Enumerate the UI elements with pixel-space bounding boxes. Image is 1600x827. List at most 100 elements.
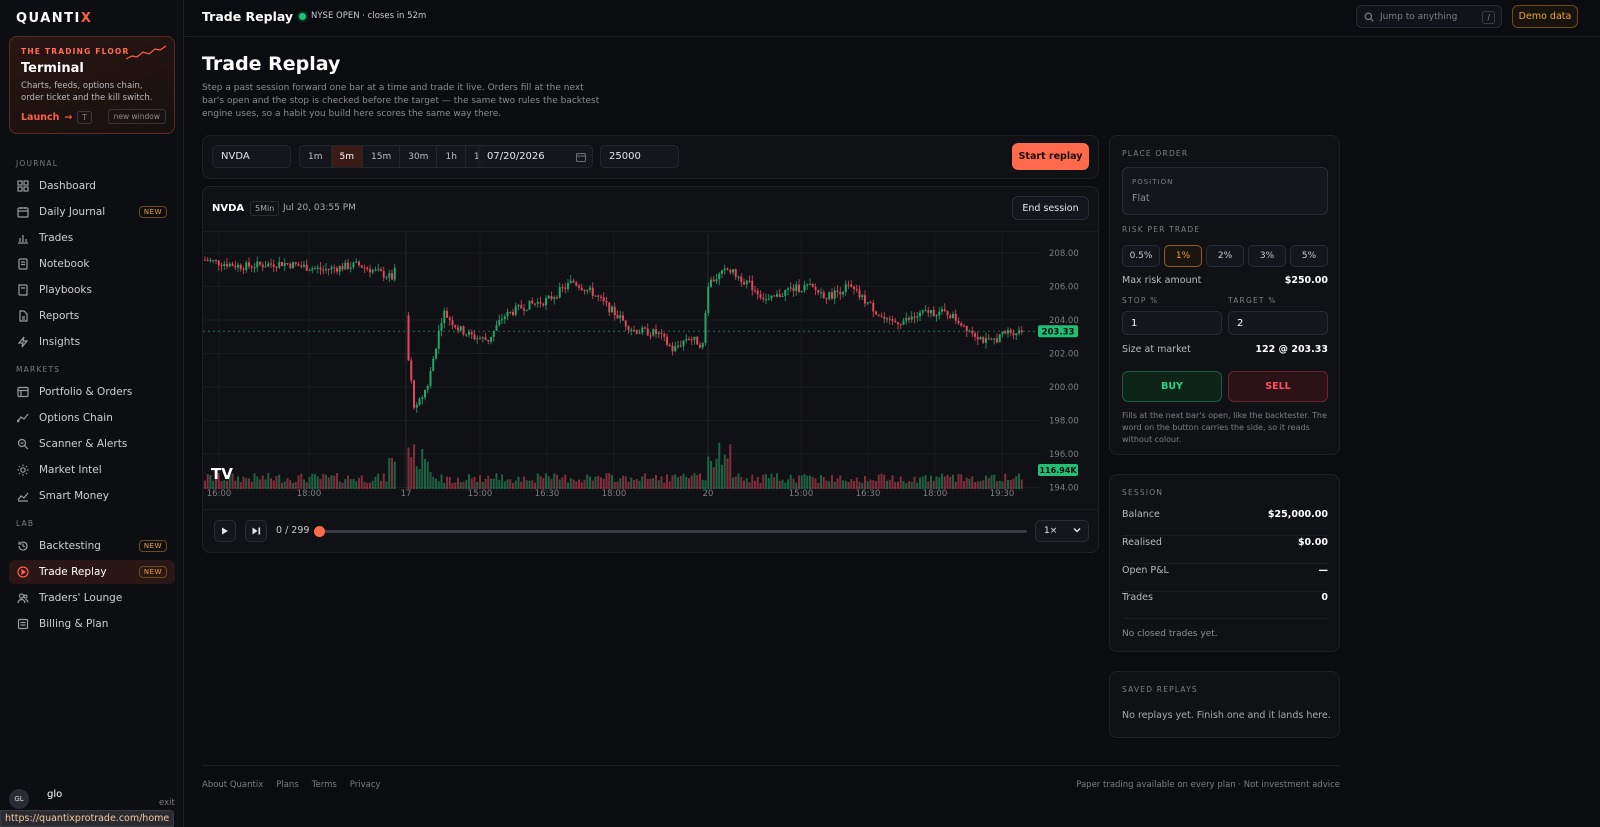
volume-bar [660,476,663,489]
candle-body [382,270,385,278]
volume-bar [652,477,655,489]
volume-bar [338,481,341,489]
stop-input[interactable]: 1 [1122,311,1222,335]
timeframe-30m[interactable]: 30m [400,146,438,167]
candle-body [281,262,283,266]
target-input[interactable]: 2 [1228,311,1328,335]
candle-body [580,287,583,290]
risk-option-3[interactable]: 3% [1248,245,1286,267]
candle-body [586,289,589,292]
user-profile[interactable]: GL glo [9,789,62,809]
play-button[interactable] [214,520,236,542]
volume-bar [545,473,547,489]
volume-bar [773,477,776,489]
volume-bar [1009,480,1012,489]
volume-bar [322,473,325,489]
candle-body [718,273,721,280]
sidebar-item-insights[interactable]: Insights [9,330,175,354]
sidebar-item-daily-journal[interactable]: Daily Journal NEW [9,200,175,224]
candle-body [319,267,322,270]
logo[interactable]: QUANTIX [16,11,92,26]
volume-bar [649,478,652,489]
sidebar-item-dashboard[interactable]: Dashboard [9,174,175,198]
risk-option-5[interactable]: 5% [1290,245,1328,267]
sidebar-item-scanner-alerts[interactable]: Scanner & Alerts [9,432,175,456]
risk-option-2[interactable]: 2% [1206,245,1244,267]
sell-button[interactable]: SELL [1228,371,1328,402]
candle-body [448,317,451,321]
search-input[interactable]: Jump to anything / [1356,5,1502,28]
footer-link-about[interactable]: About Quantix [202,780,263,790]
volume-bar [413,444,415,489]
buy-button[interactable]: BUY [1122,371,1222,402]
sidebar-item-playbooks[interactable]: Playbooks [9,278,175,302]
candle-body [578,285,580,288]
volume-bar [286,478,289,489]
risk-option-0-5[interactable]: 0.5% [1122,245,1160,267]
time-axis-label: 18:00 [923,489,948,499]
candle-body [371,270,374,273]
sidebar-item-options-chain[interactable]: Options Chain [9,406,175,430]
volume-bar [374,476,377,489]
sidebar-item-trades[interactable]: Trades [9,226,175,250]
sidebar-item-smart-money[interactable]: Smart Money [9,484,175,508]
candle-body [833,290,836,299]
launch-button[interactable]: Launch → T [21,111,92,124]
risk-option-1[interactable]: 1% [1164,245,1202,267]
footer-link-terms[interactable]: Terms [312,780,337,790]
candle-body [490,336,492,342]
timeframe-1m[interactable]: 1m [300,146,332,167]
candle-body [231,263,234,266]
sidebar-item-market-intel[interactable]: Market Intel [9,458,175,482]
replay-scrubber[interactable] [314,526,1027,537]
calendar-icon[interactable] [576,152,586,162]
scrubber-thumb[interactable] [314,526,325,537]
volume-bar [591,480,594,489]
timeframe-1h[interactable]: 1h [437,146,466,167]
volume-bar [344,479,347,489]
end-session-button[interactable]: End session [1012,196,1089,220]
volume-bar [473,476,476,489]
volume-bar [426,461,429,489]
sidebar-item-traders-lounge[interactable]: Traders' Lounge [9,586,175,610]
volume-bar [784,482,787,489]
new-window-button[interactable]: new window [107,109,166,124]
sidebar-item-reports[interactable]: Reports [9,304,175,328]
symbol-input[interactable]: NVDA [212,145,291,168]
sidebar-item-notebook[interactable]: Notebook [9,252,175,276]
search-icon [1364,12,1374,22]
candlestick-chart[interactable]: 208.00 206.00 204.00 202.00 200.00 198.00 196.… [203,233,1098,508]
page-description: Step a past session forward one bar at a… [202,83,600,119]
sidebar-item-trade-replay[interactable]: Trade Replay NEW [9,560,175,584]
footer-link-plans[interactable]: Plans [276,780,299,790]
sidebar-item-backtesting[interactable]: Backtesting NEW [9,534,175,558]
demo-data-button[interactable]: Demo data [1512,5,1578,28]
timeframe-5m[interactable]: 5m [331,146,363,167]
sidebar-item-billing-plan[interactable]: Billing & Plan [9,612,175,636]
volume-bar [547,476,550,489]
terminal-promo-card[interactable]: THE TRADING FLOOR Terminal Charts, feeds… [9,36,175,134]
sidebar-item-label: Trades [39,232,74,244]
volume-bar [380,480,382,489]
candle-body [550,296,553,300]
footer-link-privacy[interactable]: Privacy [350,780,381,790]
step-forward-button[interactable] [245,520,267,542]
volume-bar [289,480,292,489]
volume-bar [644,473,646,489]
balance-input[interactable]: 25000 [600,145,679,168]
volume-bar [721,464,723,489]
exit-link[interactable]: exit [159,798,175,808]
sidebar-item-portfolio-orders[interactable]: Portfolio & Orders [9,380,175,404]
volume-bar [245,478,248,489]
date-input[interactable]: 07/20/2026 [478,145,593,168]
volume-bar [814,478,817,489]
volume-bar [580,482,583,489]
volume-bar [998,480,1001,489]
candle-body [649,335,652,337]
history-icon [16,540,29,553]
speed-select[interactable]: 1× [1035,520,1089,542]
candle-body [1018,330,1020,334]
candle-body [633,330,635,332]
timeframe-15m[interactable]: 15m [363,146,401,167]
start-replay-button[interactable]: Start replay [1012,143,1089,170]
